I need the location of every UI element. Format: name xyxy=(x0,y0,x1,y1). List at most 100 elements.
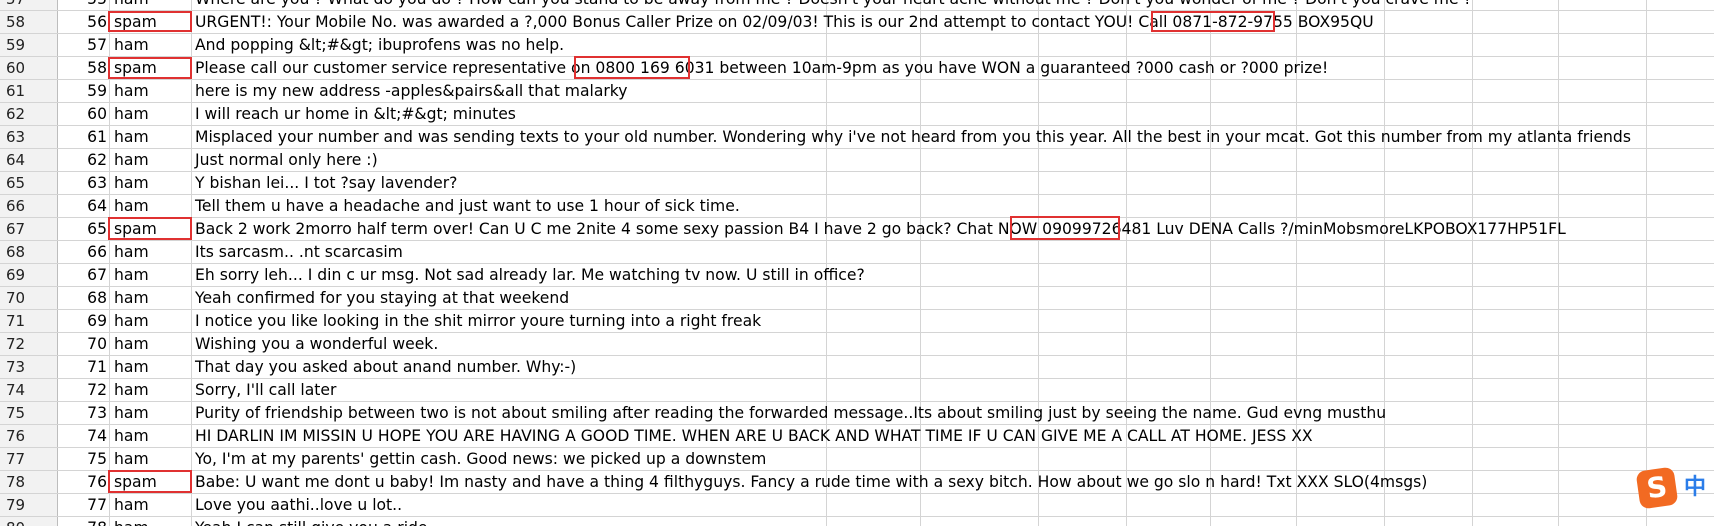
table-row[interactable]: 63 61 ham Misplaced your number and was sen… xyxy=(0,126,1714,149)
row-header[interactable]: 72 xyxy=(0,333,58,355)
cell-message[interactable]: Purity of friendship between two is not … xyxy=(192,402,1386,424)
table-row[interactable]: 8078hamYeah I can still give you a ride xyxy=(0,517,1714,526)
row-header[interactable]: 64 xyxy=(0,149,58,171)
cell-id[interactable]: 75 xyxy=(58,448,110,470)
cell-message[interactable]: URGENT!: Your Mobile No. was awarded a ?… xyxy=(192,11,1374,33)
cell-id[interactable]: 73 xyxy=(58,402,110,424)
cell-message[interactable]: here is my new address -apples&pairs&all… xyxy=(192,80,628,102)
table-row[interactable]: 60 58 spam Please call our customer service… xyxy=(0,57,1714,80)
row-header[interactable]: 57 xyxy=(0,0,58,10)
cell-id[interactable]: 76 xyxy=(58,471,110,493)
cell-label[interactable]: ham xyxy=(110,264,192,286)
cell-id[interactable]: 62 xyxy=(58,149,110,171)
table-row[interactable]: 79 77 ham Love you aathi..love u lot.. xyxy=(0,494,1714,517)
cell-message[interactable]: Wishing you a wonderful week. xyxy=(192,333,438,355)
cell-label[interactable]: ham xyxy=(110,356,192,378)
row-header[interactable]: 70 xyxy=(0,287,58,309)
cell-id[interactable]: 72 xyxy=(58,379,110,401)
cell-label[interactable]: spam xyxy=(110,471,192,493)
row-header[interactable]: 71 xyxy=(0,310,58,332)
cell-message[interactable]: I notice you like looking in the shit mi… xyxy=(192,310,761,332)
cell-label[interactable]: ham xyxy=(110,425,192,447)
cell-label[interactable]: spam xyxy=(110,11,192,33)
cell-id[interactable]: 77 xyxy=(58,494,110,516)
table-row[interactable]: 59 57 ham And popping &lt;#&gt; ibuprofens … xyxy=(0,34,1714,57)
cell-message[interactable]: Y bishan lei... I tot ?say lavender? xyxy=(192,172,457,194)
row-header[interactable]: 77 xyxy=(0,448,58,470)
row-header[interactable]: 75 xyxy=(0,402,58,424)
cell-message[interactable]: Yeah confirmed for you staying at that w… xyxy=(192,287,569,309)
cell-id[interactable]: 66 xyxy=(58,241,110,263)
cell-id[interactable]: 56 xyxy=(58,11,110,33)
cell-message[interactable]: Please call our customer service represe… xyxy=(192,57,1328,79)
table-row[interactable]: 66 64 ham Tell them u have a headache and j… xyxy=(0,195,1714,218)
row-header[interactable]: 76 xyxy=(0,425,58,447)
cell-message[interactable]: Eh sorry leh... I din c ur msg. Not sad … xyxy=(192,264,865,286)
cell-message[interactable]: Yeah I can still give you a ride xyxy=(192,517,428,526)
row-header[interactable]: 80 xyxy=(0,517,58,526)
cell-id[interactable]: 57 xyxy=(58,34,110,56)
table-row[interactable]: 78 76 spam Babe: U want me dont u baby! Im … xyxy=(0,471,1714,494)
table-row[interactable]: 65 63 ham Y bishan lei... I tot ?say lavend… xyxy=(0,172,1714,195)
cell-label[interactable]: ham xyxy=(110,517,192,526)
cell-message[interactable]: Tell them u have a headache and just wan… xyxy=(192,195,740,217)
table-row[interactable]: 58 56 spam URGENT!: Your Mobile No. was awa… xyxy=(0,11,1714,34)
table-row[interactable]: 62 60 ham I will reach ur home in &lt;#&gt;… xyxy=(0,103,1714,126)
cell-label[interactable]: ham xyxy=(110,195,192,217)
cell-id[interactable]: 59 xyxy=(58,80,110,102)
row-header[interactable]: 79 xyxy=(0,494,58,516)
cell-label[interactable]: ham xyxy=(110,287,192,309)
cell-id[interactable]: 71 xyxy=(58,356,110,378)
cell-message[interactable]: Love you aathi..love u lot.. xyxy=(192,494,402,516)
cell-id[interactable]: 60 xyxy=(58,103,110,125)
spreadsheet-grid[interactable]: 5755hamWhere are you ? What do you do ? … xyxy=(0,0,1714,526)
cell-label[interactable]: spam xyxy=(110,218,192,240)
row-header[interactable]: 63 xyxy=(0,126,58,148)
cell-label[interactable]: ham xyxy=(110,103,192,125)
cell-message[interactable]: Sorry, I'll call later xyxy=(192,379,336,401)
table-row[interactable]: 61 59 ham here is my new address -apples&pa… xyxy=(0,80,1714,103)
cell-label[interactable]: ham xyxy=(110,448,192,470)
cell-label[interactable]: ham xyxy=(110,310,192,332)
cell-label[interactable]: ham xyxy=(110,126,192,148)
table-row[interactable]: 64 62 ham Just normal only here :) xyxy=(0,149,1714,172)
row-header[interactable]: 65 xyxy=(0,172,58,194)
row-header[interactable]: 62 xyxy=(0,103,58,125)
cell-id[interactable]: 67 xyxy=(58,264,110,286)
row-header[interactable]: 66 xyxy=(0,195,58,217)
cell-label[interactable]: ham xyxy=(110,402,192,424)
table-row[interactable]: 72 70 ham Wishing you a wonderful week. xyxy=(0,333,1714,356)
ime-chinese-mode-indicator[interactable]: 中 xyxy=(1684,473,1706,503)
row-header[interactable]: 58 xyxy=(0,11,58,33)
table-row[interactable]: 70 68 ham Yeah confirmed for you staying at… xyxy=(0,287,1714,310)
cell-id[interactable]: 74 xyxy=(58,425,110,447)
cell-id[interactable]: 68 xyxy=(58,287,110,309)
table-row[interactable]: 73 71 ham That day you asked about anand nu… xyxy=(0,356,1714,379)
row-header[interactable]: 61 xyxy=(0,80,58,102)
cell-message[interactable]: Just normal only here :) xyxy=(192,149,378,171)
table-row[interactable]: 75 73 ham Purity of friendship between two … xyxy=(0,402,1714,425)
cell-message[interactable]: That day you asked about anand number. W… xyxy=(192,356,576,378)
cell-id[interactable]: 70 xyxy=(58,333,110,355)
cell-id[interactable]: 78 xyxy=(58,517,110,526)
cell-label[interactable]: ham xyxy=(110,494,192,516)
cell-label[interactable]: ham xyxy=(110,80,192,102)
row-header[interactable]: 59 xyxy=(0,34,58,56)
cell-message[interactable]: I will reach ur home in &lt;#&gt; minute… xyxy=(192,103,516,125)
cell-label[interactable]: ham xyxy=(110,379,192,401)
cell-message[interactable]: Babe: U want me dont u baby! Im nasty an… xyxy=(192,471,1427,493)
cell-id[interactable]: 64 xyxy=(58,195,110,217)
table-row[interactable]: 74 72 ham Sorry, I'll call later xyxy=(0,379,1714,402)
cell-label[interactable]: ham xyxy=(110,0,192,10)
table-row[interactable]: 67 65 spam Back 2 work 2morro half term ove… xyxy=(0,218,1714,241)
cell-message[interactable]: Yo, I'm at my parents' gettin cash. Good… xyxy=(192,448,766,470)
cell-label[interactable]: ham xyxy=(110,333,192,355)
ime-toolbar[interactable]: S 中 xyxy=(1634,464,1714,510)
cell-label[interactable]: ham xyxy=(110,172,192,194)
cell-label[interactable]: spam xyxy=(110,57,192,79)
cell-id[interactable]: 63 xyxy=(58,172,110,194)
cell-message[interactable]: HI DARLIN IM MISSIN U HOPE YOU ARE HAVIN… xyxy=(192,425,1313,447)
cell-id[interactable]: 69 xyxy=(58,310,110,332)
sogou-ime-icon[interactable]: S xyxy=(1635,466,1679,510)
cell-message[interactable]: Back 2 work 2morro half term over! Can U… xyxy=(192,218,1566,240)
